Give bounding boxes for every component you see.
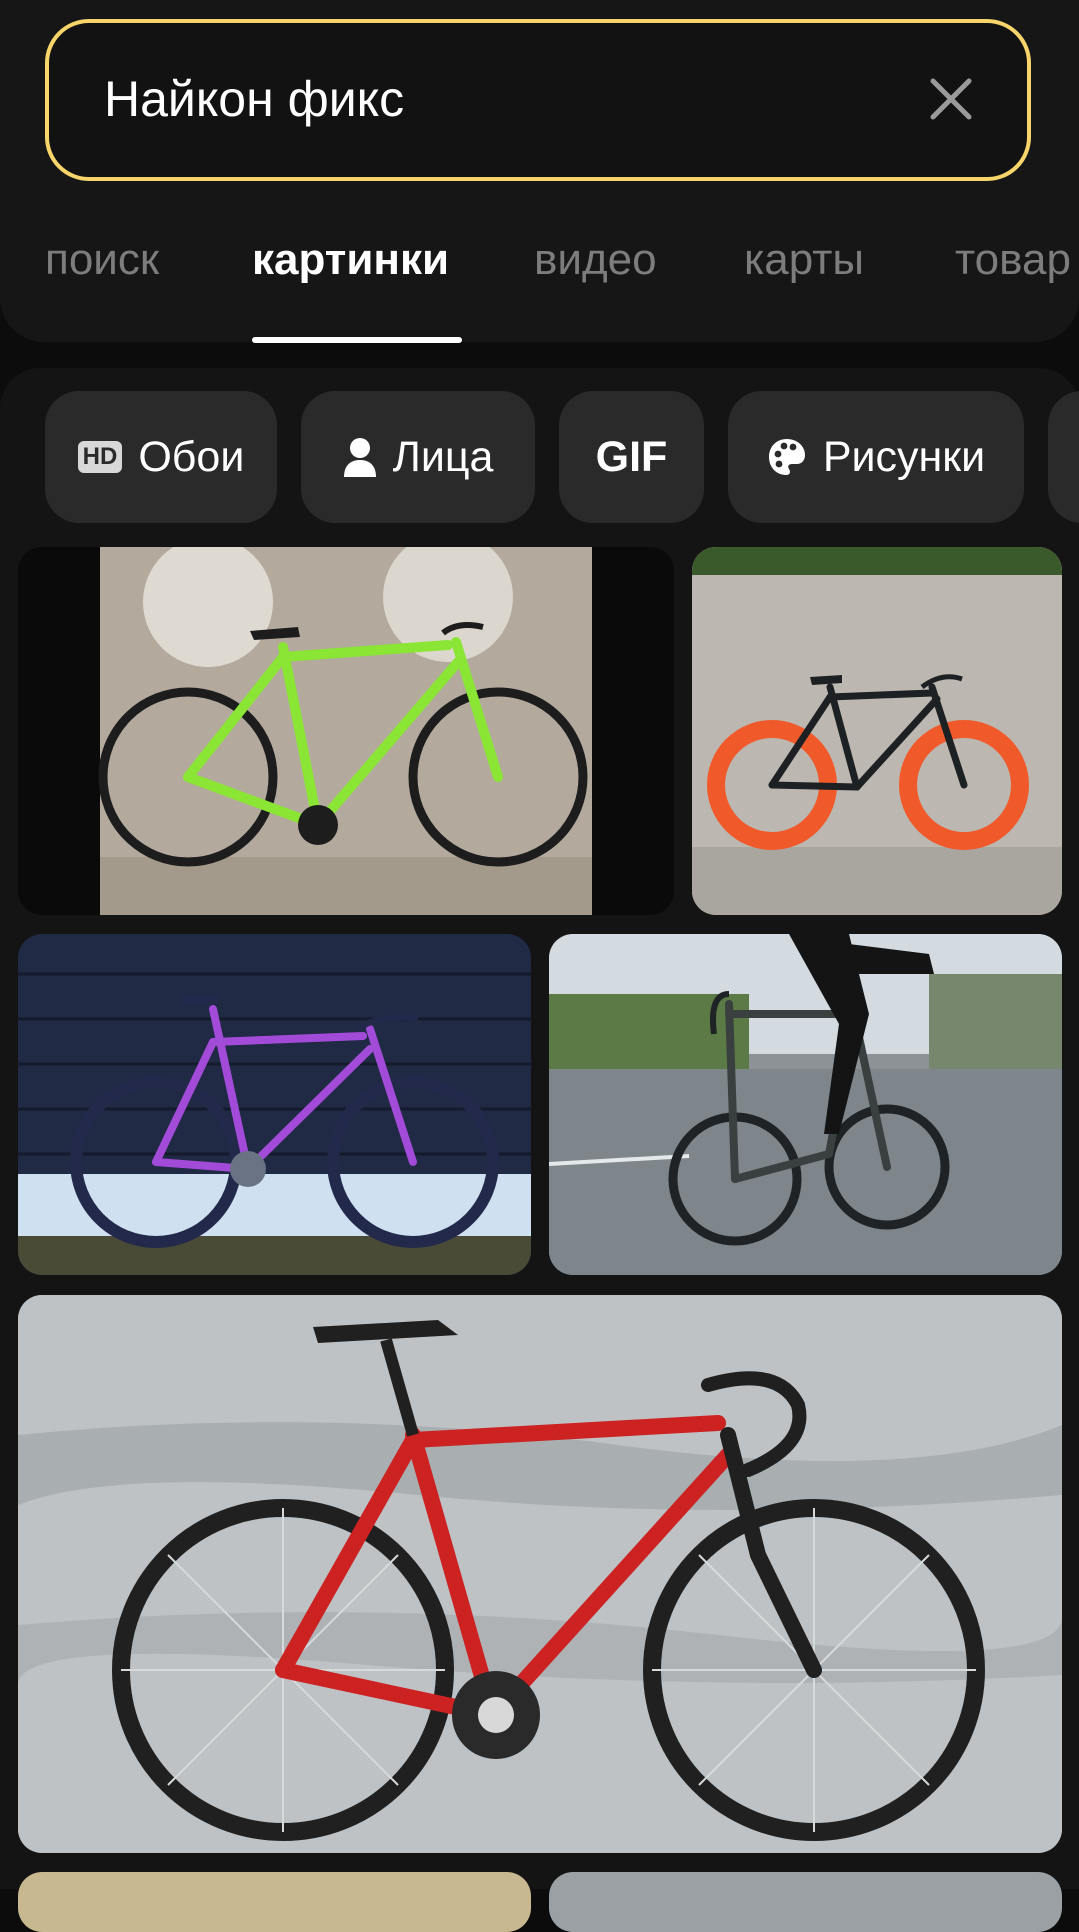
filter-gif[interactable]: GIF	[559, 391, 704, 523]
bike-image	[692, 547, 1062, 915]
search-query[interactable]: Найкон фикс	[104, 70, 404, 128]
search-input[interactable]: Найкон фикс	[45, 19, 1031, 181]
image-result[interactable]	[18, 547, 674, 915]
tab-video[interactable]: видео	[534, 235, 657, 285]
filter-label: Лица	[392, 432, 494, 481]
bike-image	[98, 547, 592, 915]
search-tabs: поиск картинки видео карты товар	[0, 225, 1079, 342]
image-result[interactable]	[692, 547, 1062, 915]
tab-search[interactable]: поиск	[45, 235, 159, 285]
tab-maps[interactable]: карты	[744, 235, 864, 285]
tab-products[interactable]: товар	[955, 235, 1071, 285]
bike-image	[18, 934, 531, 1275]
image-result[interactable]	[18, 1872, 531, 1932]
palette-icon	[767, 437, 807, 477]
bike-image	[18, 1295, 1062, 1853]
clear-search-button[interactable]	[913, 61, 989, 137]
close-icon	[930, 78, 972, 120]
image-result[interactable]	[18, 1295, 1062, 1853]
filter-wallpapers[interactable]: HD Обои	[45, 391, 277, 523]
filter-drawings[interactable]: Рисунки	[728, 391, 1024, 523]
filter-label: Обои	[138, 432, 245, 481]
hd-icon: HD	[77, 441, 123, 473]
filter-faces[interactable]: Лица	[301, 391, 535, 523]
tab-images[interactable]: картинки	[252, 235, 449, 285]
image-result[interactable]	[549, 1872, 1062, 1932]
active-tab-indicator	[252, 337, 462, 343]
filter-label: Рисунки	[822, 432, 986, 481]
person-icon	[343, 437, 377, 477]
filter-more[interactable]	[1048, 391, 1079, 523]
search-header: Найкон фикс поиск картинки видео карты т…	[0, 0, 1079, 342]
filter-label: GIF	[595, 432, 668, 481]
image-result[interactable]	[18, 934, 531, 1275]
bike-image	[549, 934, 1062, 1275]
image-result[interactable]	[549, 934, 1062, 1275]
